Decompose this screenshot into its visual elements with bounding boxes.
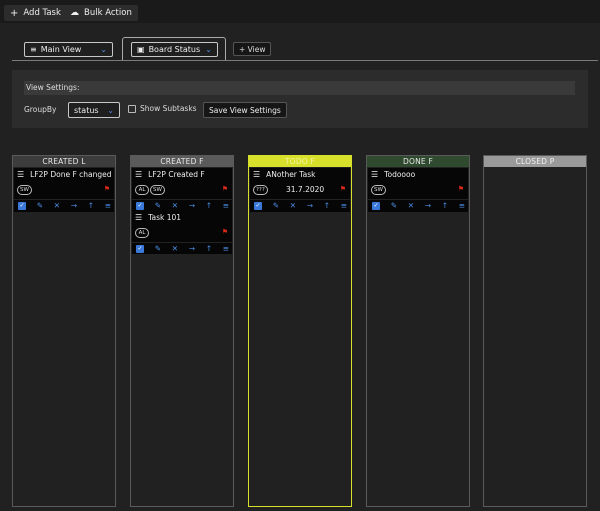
task-card[interactable]: ☰ ANother Task ??? 31.7.2020 ⚑ ✓ ✎ ✕ → ↑… bbox=[250, 168, 350, 212]
add-task-button[interactable]: + Add Task bbox=[4, 5, 67, 21]
flag-icon: ⚑ bbox=[103, 185, 110, 193]
column-todo-f: TODO F ☰ ANother Task ??? 31.7.2020 ⚑ ✓ … bbox=[248, 155, 352, 507]
view-settings-panel: View Settings: GroupBy status ⌄ Show Sub… bbox=[12, 70, 588, 128]
checkbox-icon[interactable]: ✓ bbox=[136, 201, 144, 210]
add-task-label: Add Task bbox=[23, 8, 61, 18]
task-title: ANother Task bbox=[266, 170, 316, 179]
assignee-badge: SW bbox=[150, 185, 165, 195]
checkbox-icon[interactable]: ✓ bbox=[254, 201, 262, 210]
task-title: Todoooo bbox=[384, 170, 416, 179]
board-icon: ▣ bbox=[137, 45, 145, 54]
task-title: LF2P Done F changed bbox=[30, 170, 112, 179]
hamburger-icon[interactable]: ≡ bbox=[105, 201, 111, 210]
pencil-icon[interactable]: ✎ bbox=[155, 201, 161, 210]
list-icon: ≡ bbox=[30, 45, 37, 54]
card-actions: ✓ ✎ ✕ → ↑ ≡ bbox=[368, 199, 468, 211]
main-view-select[interactable]: ≡ Main View ⌄ bbox=[24, 42, 113, 57]
main-view-label: Main View bbox=[40, 45, 82, 54]
column-created-l: CREATED L ☰ LF2P Done F changed SW ⚑ ✓ ✎… bbox=[12, 155, 116, 507]
arrow-up-icon[interactable]: ↑ bbox=[88, 201, 94, 210]
column-done-f: DONE F ☰ Todoooo SW ⚑ ✓ ✎ ✕ → ↑ ≡ bbox=[366, 155, 470, 507]
column-header: CREATED F bbox=[131, 156, 233, 167]
task-card[interactable]: ☰ Task 101 AL ⚑ ✓ ✎ ✕ → ↑ ≡ bbox=[132, 211, 232, 254]
pencil-icon[interactable]: ✎ bbox=[37, 201, 43, 210]
arrow-up-icon[interactable]: ↑ bbox=[206, 244, 212, 253]
flag-icon: ⚑ bbox=[221, 228, 228, 236]
board-status-select[interactable]: ▣ Board Status ⌄ bbox=[131, 42, 218, 57]
hamburger-icon[interactable]: ≡ bbox=[223, 201, 229, 210]
board-status-label: Board Status bbox=[148, 45, 201, 54]
show-subtasks-checkbox[interactable] bbox=[128, 105, 136, 113]
close-icon[interactable]: ✕ bbox=[408, 201, 414, 210]
checkbox-icon[interactable]: ✓ bbox=[18, 201, 26, 210]
chevron-down-icon: ⌄ bbox=[100, 45, 107, 54]
chevron-down-icon: ⌄ bbox=[107, 105, 114, 115]
save-view-settings-button[interactable]: Save View Settings bbox=[203, 102, 287, 118]
task-card[interactable]: ☰ LF2P Created F AL SW ⚑ ✓ ✎ ✕ → ↑ ≡ bbox=[132, 168, 232, 212]
card-actions: ✓ ✎ ✕ → ↑ ≡ bbox=[132, 242, 232, 254]
close-icon[interactable]: ✕ bbox=[172, 201, 178, 210]
groupby-select[interactable]: status ⌄ bbox=[68, 102, 120, 118]
assignee-badge: ??? bbox=[253, 185, 268, 195]
chevron-down-icon: ⌄ bbox=[205, 45, 212, 54]
column-closed-p: CLOSED P bbox=[483, 155, 587, 507]
arrow-up-icon[interactable]: ↑ bbox=[442, 201, 448, 210]
column-header: DONE F bbox=[367, 156, 469, 167]
arrow-up-icon[interactable]: ↑ bbox=[206, 201, 212, 210]
hamburger-icon[interactable]: ≡ bbox=[223, 244, 229, 253]
assignee-badge: AL bbox=[135, 228, 149, 238]
column-header: TODO F bbox=[249, 156, 351, 167]
hamburger-icon[interactable]: ☰ bbox=[17, 170, 24, 179]
groupby-label: GroupBy bbox=[24, 105, 57, 114]
card-actions: ✓ ✎ ✕ → ↑ ≡ bbox=[132, 199, 232, 211]
hamburger-icon[interactable]: ≡ bbox=[459, 201, 465, 210]
close-icon[interactable]: ✕ bbox=[172, 244, 178, 253]
card-actions: ✓ ✎ ✕ → ↑ ≡ bbox=[250, 199, 350, 211]
bulk-action-button[interactable]: ☁ Bulk Action bbox=[64, 5, 138, 21]
views-divider bbox=[12, 60, 598, 61]
arrow-right-icon[interactable]: → bbox=[71, 201, 77, 210]
pencil-icon[interactable]: ✎ bbox=[155, 244, 161, 253]
hamburger-icon[interactable]: ≡ bbox=[341, 201, 347, 210]
task-card[interactable]: ☰ Todoooo SW ⚑ ✓ ✎ ✕ → ↑ ≡ bbox=[368, 168, 468, 212]
task-title: LF2P Created F bbox=[148, 170, 205, 179]
plus-icon: + bbox=[10, 7, 19, 19]
arrow-right-icon[interactable]: → bbox=[425, 201, 431, 210]
hamburger-icon[interactable]: ☰ bbox=[371, 170, 378, 179]
show-subtasks-label: Show Subtasks bbox=[140, 104, 197, 113]
view-settings-title: View Settings: bbox=[24, 81, 575, 95]
column-header: CREATED L bbox=[13, 156, 115, 167]
arrow-right-icon[interactable]: → bbox=[189, 201, 195, 210]
checkbox-icon[interactable]: ✓ bbox=[136, 244, 144, 253]
hamburger-icon[interactable]: ☰ bbox=[135, 170, 142, 179]
arrow-right-icon[interactable]: → bbox=[189, 244, 195, 253]
pencil-icon[interactable]: ✎ bbox=[273, 201, 279, 210]
hamburger-icon[interactable]: ☰ bbox=[135, 213, 142, 222]
task-card[interactable]: ☰ LF2P Done F changed SW ⚑ ✓ ✎ ✕ → ↑ ≡ bbox=[14, 168, 114, 212]
column-created-f: CREATED F ☰ LF2P Created F AL SW ⚑ ✓ ✎ ✕… bbox=[130, 155, 234, 507]
hamburger-icon[interactable]: ☰ bbox=[253, 170, 260, 179]
groupby-value: status bbox=[74, 105, 99, 115]
pencil-icon[interactable]: ✎ bbox=[391, 201, 397, 210]
close-icon[interactable]: ✕ bbox=[54, 201, 60, 210]
cloud-icon: ☁ bbox=[70, 8, 79, 18]
assignee-badge: AL bbox=[135, 185, 149, 195]
arrow-up-icon[interactable]: ↑ bbox=[324, 201, 330, 210]
close-icon[interactable]: ✕ bbox=[290, 201, 296, 210]
arrow-right-icon[interactable]: → bbox=[307, 201, 313, 210]
column-header: CLOSED P bbox=[484, 156, 586, 167]
card-actions: ✓ ✎ ✕ → ↑ ≡ bbox=[14, 199, 114, 211]
flag-icon: ⚑ bbox=[339, 185, 346, 193]
due-date: 31.7.2020 bbox=[286, 185, 325, 194]
checkbox-icon[interactable]: ✓ bbox=[372, 201, 380, 210]
flag-icon: ⚑ bbox=[221, 185, 228, 193]
bulk-action-label: Bulk Action bbox=[84, 8, 132, 18]
assignee-badge: SW bbox=[371, 185, 386, 195]
task-title: Task 101 bbox=[148, 213, 182, 222]
assignee-badge: SW bbox=[17, 185, 32, 195]
flag-icon: ⚑ bbox=[457, 185, 464, 193]
add-view-button[interactable]: + View bbox=[233, 42, 272, 56]
top-toolbar: + Add Task ☁ Bulk Action bbox=[0, 0, 600, 23]
